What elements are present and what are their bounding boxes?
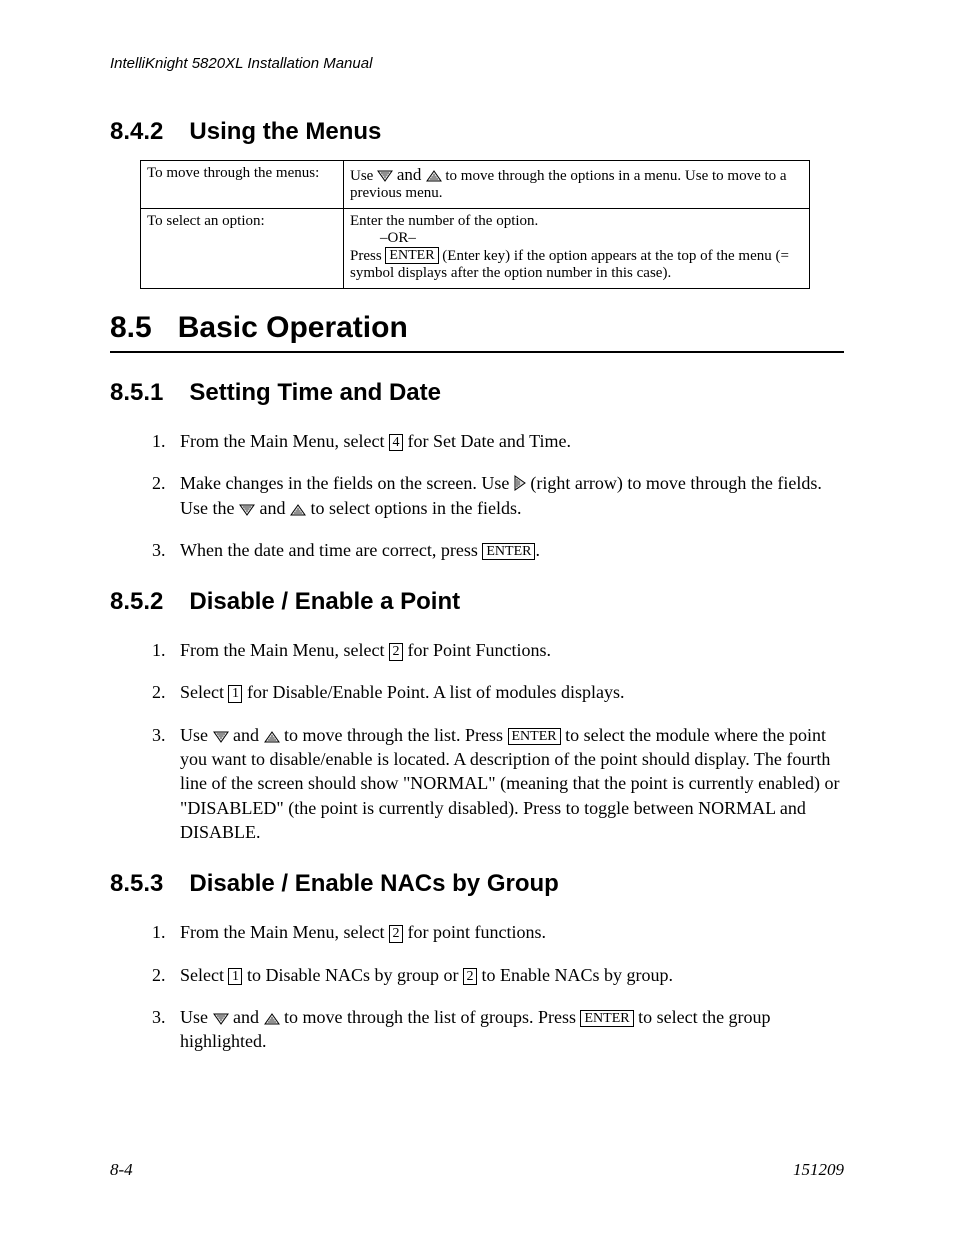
list-item: When the date and time are correct, pres… [170, 538, 844, 562]
enter-key-icon: ENTER [580, 1010, 633, 1027]
key-1-icon: 1 [228, 968, 242, 985]
heading-8-4-2: 8.4.2 Using the Menus [110, 114, 844, 146]
text: Use [180, 725, 213, 745]
enter-key-icon: ENTER [482, 543, 535, 560]
list-item: Use and to move through the list. Press … [170, 723, 844, 844]
text: to Disable NACs by group or [242, 965, 462, 985]
heading-text: Basic Operation [178, 311, 408, 344]
up-arrow-icon [290, 504, 306, 516]
heading-8-5-1: 8.5.1 Setting Time and Date [110, 375, 844, 407]
key-2-icon: 2 [463, 968, 477, 985]
heading-number: 8.5.1 [110, 379, 163, 407]
text: From the Main Menu, select [180, 640, 389, 660]
text: and [229, 1007, 264, 1027]
text: for Disable/Enable Point. A list of modu… [242, 682, 624, 702]
text: and [229, 725, 264, 745]
page: IntelliKnight 5820XL Installation Manual… [0, 0, 954, 1053]
steps-8-5-1: From the Main Menu, select 4 for Set Dat… [140, 429, 844, 562]
heading-number: 8.4.2 [110, 118, 163, 146]
page-number: 8-4 [110, 1160, 133, 1180]
table-cell-right: Use and to move through the options in a… [344, 161, 810, 209]
text: Make changes in the fields on the screen… [180, 473, 514, 493]
up-arrow-icon [426, 170, 442, 182]
list-item: From the Main Menu, select 4 for Set Dat… [170, 429, 844, 453]
text: Select [180, 965, 228, 985]
right-arrow-icon [514, 475, 526, 491]
text: From the Main Menu, select [180, 431, 389, 451]
text: From the Main Menu, select [180, 922, 389, 942]
key-4-icon: 4 [389, 434, 403, 451]
heading-8-5-3: 8.5.3 Disable / Enable NACs by Group [110, 866, 844, 898]
text: Use [180, 1007, 213, 1027]
table-cell-left: To move through the menus: [141, 161, 344, 209]
text-or: –OR– [350, 230, 803, 247]
enter-key-icon: ENTER [385, 247, 438, 264]
heading-number: 8.5 [110, 311, 152, 345]
key-2-icon: 2 [389, 925, 403, 942]
heading-8-5-2: 8.5.2 Disable / Enable a Point [110, 584, 844, 616]
heading-8-5: 8.5 Basic Operation [110, 311, 844, 353]
key-2-icon: 2 [389, 643, 403, 660]
running-header: IntelliKnight 5820XL Installation Manual [110, 55, 844, 72]
text: Enter the number of the option. [350, 213, 803, 230]
list-item: From the Main Menu, select 2 for point f… [170, 920, 844, 944]
up-arrow-icon [264, 1013, 280, 1025]
down-arrow-icon [213, 1013, 229, 1025]
down-arrow-icon [239, 504, 255, 516]
list-item: Select 1 to Disable NACs by group or 2 t… [170, 963, 844, 987]
text: to Enable NACs by group. [477, 965, 673, 985]
text: to move through the list. Press [280, 725, 508, 745]
steps-8-5-3: From the Main Menu, select 2 for point f… [140, 920, 844, 1053]
doc-number: 151209 [793, 1160, 844, 1180]
heading-number: 8.5.3 [110, 870, 163, 898]
list-item: From the Main Menu, select 2 for Point F… [170, 638, 844, 662]
table-cell-left: To select an option: [141, 209, 344, 289]
text: . [535, 540, 540, 560]
table-row: To select an option: Enter the number of… [141, 209, 810, 289]
list-item: Select 1 for Disable/Enable Point. A lis… [170, 680, 844, 704]
down-arrow-icon [213, 731, 229, 743]
table-row: To move through the menus: Use and to mo… [141, 161, 810, 209]
steps-8-5-2: From the Main Menu, select 2 for Point F… [140, 638, 844, 844]
text: to select options in the fields. [306, 498, 521, 518]
text: and [255, 498, 290, 518]
text: for Point Functions. [403, 640, 551, 660]
text: Press ENTER (Enter key) if the option ap… [350, 247, 803, 282]
enter-key-icon: ENTER [508, 728, 561, 745]
heading-text: Using the Menus [189, 118, 381, 145]
up-arrow-icon [264, 731, 280, 743]
text: Use [350, 168, 377, 184]
heading-text: Setting Time and Date [189, 379, 441, 406]
text: When the date and time are correct, pres… [180, 540, 482, 560]
text: to move through the list of groups. Pres… [280, 1007, 581, 1027]
table-cell-right: Enter the number of the option. –OR– Pre… [344, 209, 810, 289]
text: Press [350, 248, 385, 264]
down-arrow-icon [377, 170, 393, 182]
text: for point functions. [403, 922, 546, 942]
page-footer: 8-4 151209 [110, 1160, 844, 1180]
key-1-icon: 1 [228, 685, 242, 702]
heading-text: Disable / Enable a Point [189, 588, 460, 615]
list-item: Make changes in the fields on the screen… [170, 471, 844, 520]
menu-table: To move through the menus: Use and to mo… [140, 160, 810, 289]
text: and [397, 165, 426, 184]
text: for Set Date and Time. [403, 431, 571, 451]
heading-text: Disable / Enable NACs by Group [189, 870, 558, 897]
text: Select [180, 682, 228, 702]
heading-number: 8.5.2 [110, 588, 163, 616]
list-item: Use and to move through the list of grou… [170, 1005, 844, 1054]
